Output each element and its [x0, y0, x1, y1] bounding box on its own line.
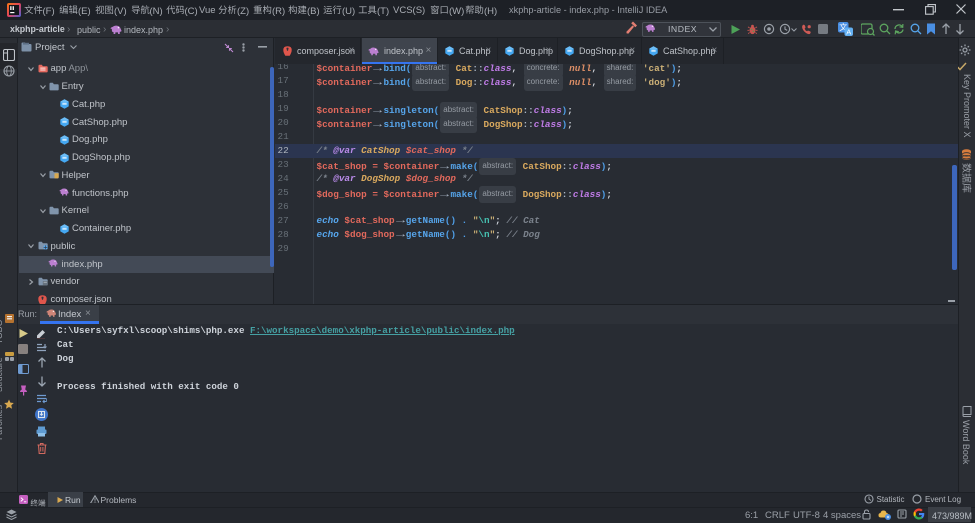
- svg-text:A: A: [846, 28, 851, 36]
